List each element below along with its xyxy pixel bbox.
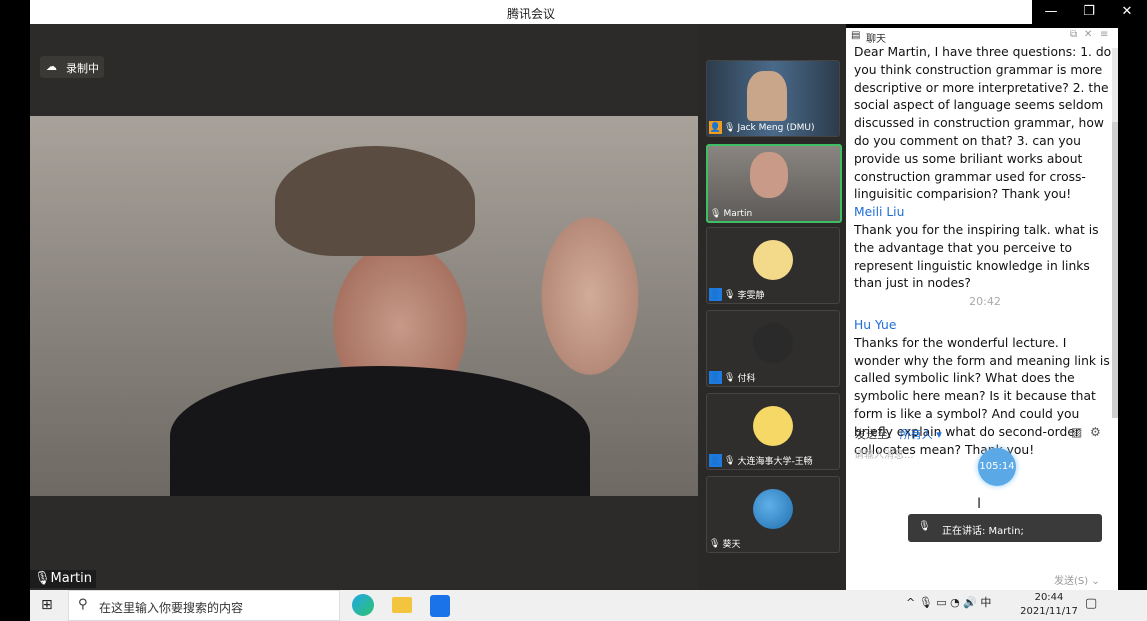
microphone-icon: 🎙 [918, 521, 931, 532]
microphone-muted-icon: 🎙 [709, 538, 721, 549]
user-icon: 👤 [709, 288, 722, 301]
send-to-select[interactable]: 所有人 ▾ [900, 428, 942, 441]
meeting-timer: 105:14 [978, 448, 1016, 486]
tencent-meeting-icon[interactable] [430, 595, 450, 617]
minimize-button[interactable]: — [1032, 4, 1070, 19]
participant-name: Martin [723, 209, 753, 219]
microphone-icon: 🎙 [34, 571, 51, 586]
user-settings-icon[interactable]: ⚙ [1090, 425, 1101, 439]
speaking-indicator: 🎙 正在讲话: Martin; [908, 514, 1102, 542]
chat-header: ▤ 聊天 ⧉ ✕ ≡ [846, 28, 1118, 45]
recording-label: 录制中 [66, 62, 99, 75]
participant-tile[interactable]: 👤 🎙 Jack Meng (DMU) [706, 60, 840, 137]
app-title: 腾讯会议 [506, 7, 555, 21]
participant-name: 大连海事大学-王畅 [737, 457, 813, 467]
user-icon: 👤 [709, 454, 722, 467]
participant-name: 付科 [737, 374, 756, 384]
speaker-name-tag: 🎙Martin [30, 570, 96, 588]
taskbar-clock[interactable]: 20:44 2021/11/17 [1018, 591, 1080, 619]
host-icon: 👤 [709, 121, 722, 134]
participant-tile[interactable]: 👤 🎙 付科 [706, 310, 840, 387]
participant-name: 葵天 [722, 540, 741, 550]
microphone-muted-icon: 🎙 [724, 455, 736, 466]
system-tray: ^ 🎙 ▭ ◔ 🔊 中 [906, 594, 991, 610]
notification-icon[interactable]: ▢ [1085, 596, 1097, 611]
send-button[interactable]: 发送(S) ⌄ [1054, 572, 1100, 587]
avatar [753, 240, 793, 280]
chat-icon: ▤ [851, 30, 861, 41]
chat-title: 聊天 [866, 34, 886, 45]
search-icon: ⚲ [78, 597, 88, 612]
chevron-down-icon[interactable]: ⌄ [1091, 576, 1099, 587]
cloud-icon: ☁ [46, 60, 57, 73]
close-icon[interactable]: ✕ [1084, 29, 1092, 40]
send-to-row: 发送至: 所有人 ▾ [855, 426, 942, 442]
chat-message: Thank you for the inspiring talk. what i… [854, 222, 1099, 291]
microphone-icon[interactable]: 🎙 [919, 596, 933, 609]
participant-tile[interactable]: 🎙 Martin [706, 144, 842, 223]
window-controls: — ❐ ✕ [1032, 0, 1147, 28]
participant-video [747, 71, 787, 121]
participant-name: Jack Meng (DMU) [737, 122, 815, 133]
participant-name: 李雯静 [737, 291, 765, 301]
chat-message: Dear Martin, I have three questions: 1. … [854, 45, 1112, 202]
ime-indicator[interactable]: 中 [980, 596, 991, 609]
microphone-icon: 🎙 [710, 209, 722, 219]
avatar [753, 406, 793, 446]
recording-indicator[interactable]: ☁ 录制中 [40, 56, 104, 78]
menu-icon[interactable]: ≡ [1100, 29, 1108, 40]
wifi-icon[interactable]: ◔ [950, 596, 960, 609]
search-placeholder: 在这里输入你要搜索的内容 [99, 601, 244, 615]
popout-icon[interactable]: ⧉ [1070, 29, 1077, 40]
windows-start-icon[interactable]: ⊞ [41, 597, 53, 613]
text-cursor-icon: I [977, 496, 982, 512]
title-bar: 腾讯会议 [30, 0, 1032, 24]
battery-icon[interactable]: ▭ [936, 596, 946, 609]
chat-sender: Hu Yue [854, 317, 897, 332]
clock-time: 20:44 [1034, 592, 1064, 603]
avatar [753, 489, 793, 529]
image-icon[interactable]: ▨ [1071, 425, 1082, 439]
microphone-icon: 🎙 [724, 122, 736, 133]
avatar [753, 323, 793, 363]
volume-icon[interactable]: 🔊 [963, 596, 977, 609]
taskbar-search[interactable]: ⚲ 在这里输入你要搜索的内容 [68, 590, 340, 621]
participant-video [750, 152, 788, 198]
clock-date: 2021/11/17 [1020, 606, 1078, 617]
microphone-muted-icon: 🎙 [724, 372, 736, 383]
main-video-feed[interactable] [30, 116, 698, 496]
file-explorer-icon[interactable] [392, 597, 412, 613]
chat-input[interactable]: 请输入消息... [854, 446, 914, 461]
user-icon: 👤 [709, 371, 722, 384]
participant-tile[interactable]: 🎙 葵天 [706, 476, 840, 553]
chat-sender: Meili Liu [854, 205, 905, 220]
edge-browser-icon[interactable] [352, 594, 374, 616]
speaking-label: 正在讲话: Martin; [942, 526, 1024, 537]
participant-tile[interactable]: 👤 🎙 李雯静 [706, 227, 840, 304]
chat-message-list: Dear Martin, I have three questions: 1. … [854, 44, 1116, 459]
participant-tile[interactable]: 👤 🎙 大连海事大学-王畅 [706, 393, 840, 470]
maximize-button[interactable]: ❐ [1070, 4, 1108, 19]
chat-timestamp: 20:42 [969, 295, 1001, 309]
microphone-muted-icon: 🎙 [724, 289, 736, 300]
speaker-name: Martin [50, 571, 92, 586]
chevron-up-icon[interactable]: ^ [906, 596, 915, 609]
send-to-label: 发送至: [855, 428, 892, 441]
close-button[interactable]: ✕ [1108, 4, 1146, 19]
